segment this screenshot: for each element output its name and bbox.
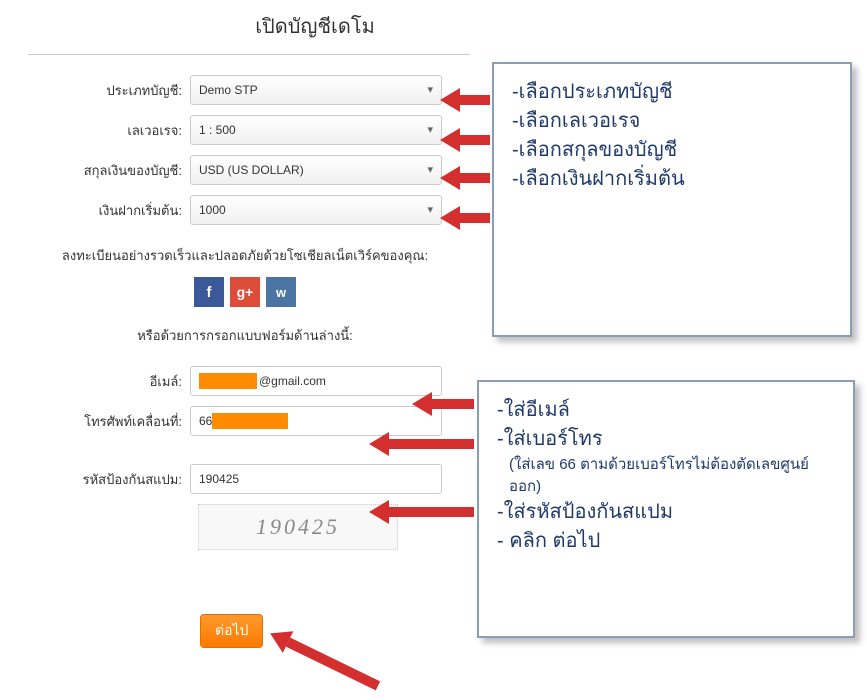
arrow-icon: [389, 439, 474, 449]
instruction-subline: (ใส่เลข 66 ตามด้วยเบอร์โทรไม่ต้องตัดเลขศ…: [509, 454, 835, 498]
instruction-line: -เลือกสกุลของบัญชี: [512, 136, 832, 165]
email-suffix: @gmail.com: [259, 374, 326, 388]
divider: [28, 54, 470, 55]
or-fill-form-text: หรือด้วยการกรอกแบบฟอร์มด้านล่างนี้:: [0, 325, 490, 346]
row-deposit: เงินฝากเริ่มต้น: 1000: [0, 195, 490, 225]
instruction-line: -ใส่เบอร์โทร: [497, 425, 835, 454]
phone-label: โทรศัพท์เคลื่อนที่:: [0, 411, 190, 432]
social-buttons: f g+ w: [0, 277, 490, 307]
facebook-button[interactable]: f: [194, 277, 224, 307]
instruction-line: -เลือกประเภทบัญชี: [512, 78, 832, 107]
account-type-select[interactable]: Demo STP: [190, 75, 442, 105]
account-type-label: ประเภทบัญชี:: [0, 80, 190, 101]
next-button[interactable]: ต่อไป: [200, 614, 263, 648]
deposit-label: เงินฝากเริ่มต้น:: [0, 200, 190, 221]
redacted-block: [212, 413, 288, 429]
instruction-line: -ใส่รหัสป้องกันสแปม: [497, 498, 835, 527]
vk-button[interactable]: w: [266, 277, 296, 307]
page-title: เปิดบัญชีเดโม: [0, 10, 490, 42]
instruction-line: -เลือกเงินฝากเริ่มต้น: [512, 165, 832, 194]
instruction-line: -เลือกเลเวอเรจ: [512, 107, 832, 136]
phone-prefix: 66: [199, 414, 212, 428]
leverage-label: เลเวอเรจ:: [0, 120, 190, 141]
row-captcha: รหัสป้องกันสแปม:: [0, 464, 490, 494]
email-field[interactable]: @gmail.com: [190, 366, 442, 396]
row-currency: สกุลเงินของบัญชี: USD (US DOLLAR): [0, 155, 490, 185]
currency-label: สกุลเงินของบัญชี:: [0, 160, 190, 181]
captcha-image: 190425: [198, 504, 398, 550]
currency-select[interactable]: USD (US DOLLAR): [190, 155, 442, 185]
redacted-block: [199, 373, 257, 389]
google-plus-button[interactable]: g+: [230, 277, 260, 307]
instruction-box-bottom: -ใส่อีเมล์ -ใส่เบอร์โทร (ใส่เลข 66 ตามด้…: [477, 380, 855, 638]
arrow-icon: [460, 95, 490, 105]
instruction-line: - คลิก ต่อไป: [497, 527, 835, 556]
email-label: อีเมล์:: [0, 371, 190, 392]
arrow-icon: [460, 135, 490, 145]
phone-field[interactable]: 66: [190, 406, 442, 436]
captcha-field[interactable]: [190, 464, 442, 494]
instruction-box-top: -เลือกประเภทบัญชี -เลือกเลเวอเรจ -เลือกส…: [492, 62, 852, 337]
social-register-text: ลงทะเบียนอย่างรวดเร็วและปลอดภัยด้วยโซเชี…: [60, 247, 430, 265]
row-leverage: เลเวอเรจ: 1 : 500: [0, 115, 490, 145]
arrow-icon: [432, 399, 474, 409]
row-account-type: ประเภทบัญชี: Demo STP: [0, 75, 490, 105]
arrow-icon: [389, 507, 474, 517]
deposit-select[interactable]: 1000: [190, 195, 442, 225]
arrow-icon: [460, 213, 490, 223]
instruction-line: -ใส่อีเมล์: [497, 396, 835, 425]
captcha-label: รหัสป้องกันสแปม:: [0, 469, 190, 490]
arrow-icon: [460, 173, 490, 183]
leverage-select[interactable]: 1 : 500: [190, 115, 442, 145]
